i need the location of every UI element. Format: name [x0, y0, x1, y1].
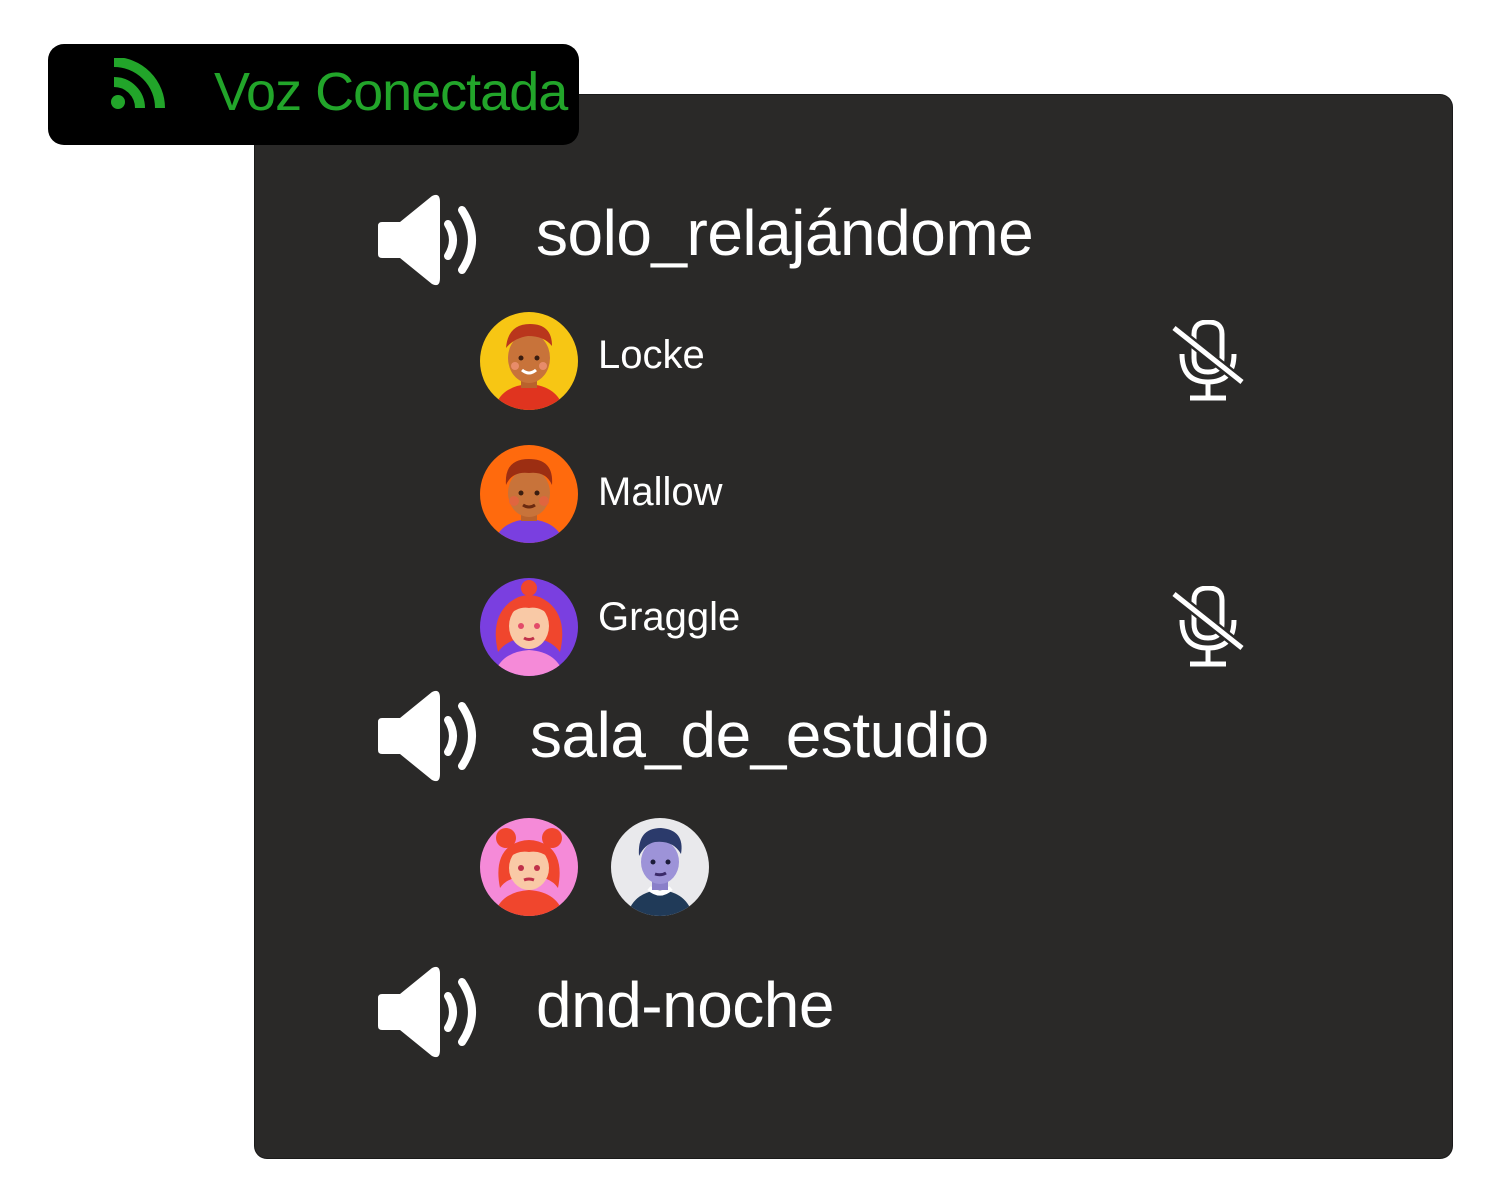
voice-channel-solo-relajandome[interactable]: solo_relajándome	[378, 192, 1138, 288]
voice-channel-sala-de-estudio[interactable]: sala_de_estudio	[378, 688, 1078, 784]
channel-name: sala_de_estudio	[530, 699, 989, 771]
member-name: Mallow	[598, 470, 723, 514]
avatar-locke	[480, 312, 578, 410]
avatar-boy-blue[interactable]	[611, 818, 709, 916]
member-mallow[interactable]: Mallow	[480, 445, 1120, 545]
voice-connected-badge[interactable]: Voz Conectada	[48, 44, 579, 145]
wifi-signal-icon	[111, 58, 165, 109]
voice-channel-dnd-noche[interactable]: dnd-noche	[378, 964, 978, 1060]
avatar-girl-pink[interactable]	[480, 818, 578, 916]
microphone-muted-icon[interactable]	[1168, 586, 1248, 668]
speaker-icon	[378, 194, 476, 286]
speaker-icon	[378, 690, 476, 782]
member-name: Locke	[598, 333, 705, 377]
voice-connected-label: Voz Conectada	[214, 62, 568, 122]
member-name: Graggle	[598, 595, 741, 639]
microphone-muted-icon[interactable]	[1168, 320, 1248, 402]
avatar-mallow	[480, 445, 578, 543]
speaker-icon	[378, 966, 476, 1058]
avatar-graggle	[480, 578, 578, 676]
channel-name: dnd-noche	[536, 969, 834, 1041]
member-locke[interactable]: Locke	[480, 312, 1120, 412]
channel-name: solo_relajándome	[536, 197, 1034, 269]
member-graggle[interactable]: Graggle	[480, 578, 1120, 678]
